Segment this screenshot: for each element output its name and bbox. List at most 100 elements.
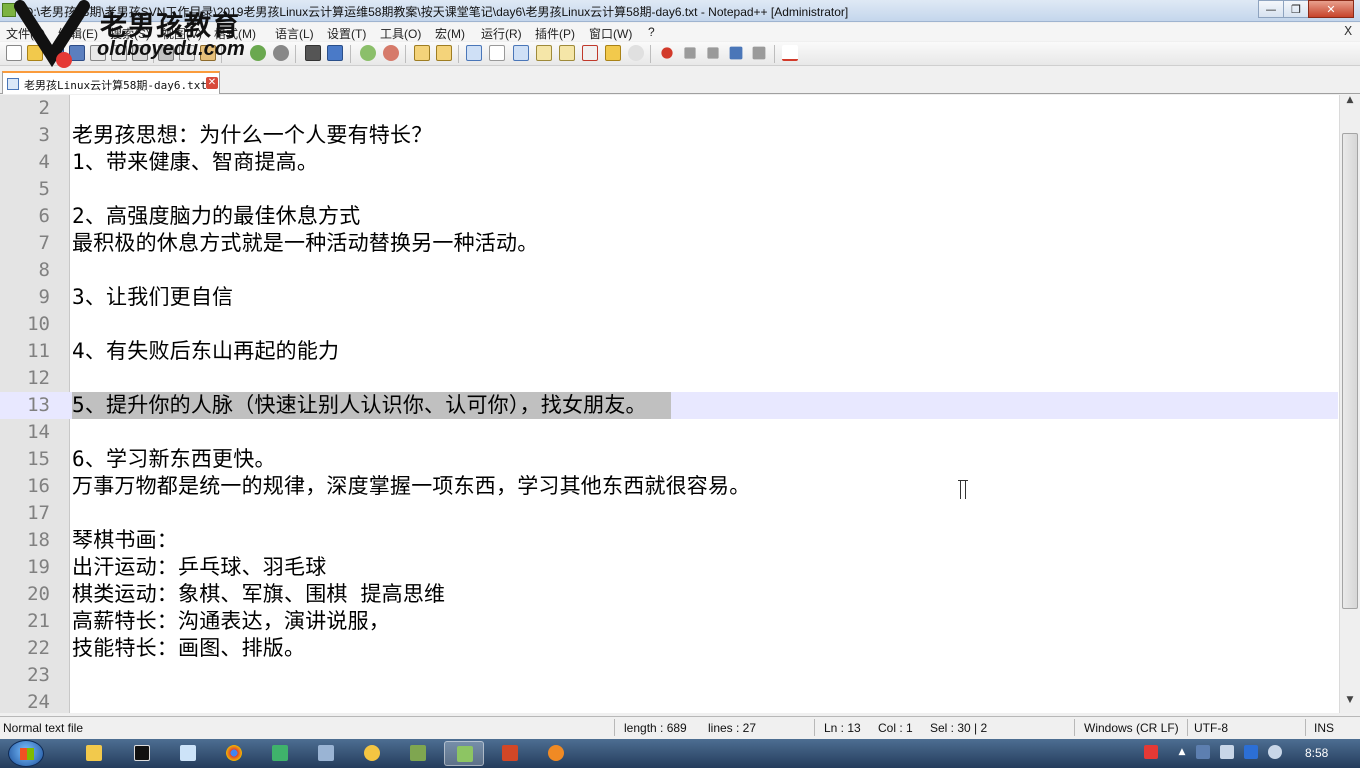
menu-help[interactable]: ?: [648, 25, 655, 39]
open-file-icon[interactable]: [27, 45, 43, 61]
text-editor[interactable]: 2 3 老男孩思想：为什么一个人要有特长？ 4 1、带来健康、智商提高。 5 6 2、高强度脑…: [0, 95, 1360, 713]
network-icon[interactable]: [1220, 745, 1234, 759]
tab-day6[interactable]: 老男孩Linux云计算58期-day6.txt ✕: [2, 71, 220, 94]
menu-edit[interactable]: 编辑(E): [58, 25, 98, 42]
security-shield-icon[interactable]: [1244, 745, 1258, 759]
udl-icon[interactable]: [536, 45, 552, 61]
editor-line[interactable]: 10: [0, 311, 1338, 338]
menu-window[interactable]: 窗口(W): [589, 25, 632, 42]
maximize-button[interactable]: ❐: [1283, 0, 1309, 18]
scroll-up-arrow-icon[interactable]: ▲: [1340, 95, 1360, 112]
function-list-icon[interactable]: [582, 45, 598, 61]
line-text[interactable]: 琴棋书画：: [72, 527, 178, 554]
line-text[interactable]: 技能特长：画图、排版。: [72, 635, 305, 662]
taskbar-explorer[interactable]: [74, 741, 114, 766]
editor-line[interactable]: 4 1、带来健康、智商提高。: [0, 149, 1338, 176]
editor-line[interactable]: 23: [0, 662, 1338, 689]
line-text[interactable]: 3、让我们更自信: [72, 284, 233, 311]
menu-tools[interactable]: 工具(O): [380, 25, 421, 42]
editor-line[interactable]: 6 2、高强度脑力的最佳休息方式: [0, 203, 1338, 230]
volume-icon[interactable]: [1268, 745, 1282, 759]
taskbar-paint[interactable]: [352, 741, 392, 766]
editor-line[interactable]: 22 技能特长：画图、排版。: [0, 635, 1338, 662]
editor-line[interactable]: 2: [0, 95, 1338, 122]
play-macro-icon[interactable]: [707, 47, 719, 59]
menu-view[interactable]: 视图(V): [162, 25, 202, 42]
tab-close-icon[interactable]: ✕: [206, 77, 218, 89]
undo-icon[interactable]: [250, 45, 266, 61]
record-macro-icon[interactable]: [661, 47, 673, 59]
taskbar-app-network[interactable]: [306, 741, 346, 766]
editor-line[interactable]: 20 棋类运动：象棋、军旗、围棋 提高思维: [0, 581, 1338, 608]
taskbar-notepad[interactable]: [168, 741, 208, 766]
line-text[interactable]: 5、提升你的人脉（快速让别人认识你、认可你），找女朋友。: [72, 392, 671, 419]
minimize-button[interactable]: —: [1258, 0, 1284, 18]
menu-plugins[interactable]: 插件(P): [535, 25, 575, 42]
sync-v-icon[interactable]: [414, 45, 430, 61]
editor-line[interactable]: 9 3、让我们更自信: [0, 284, 1338, 311]
menu-file[interactable]: 文件(F): [6, 25, 45, 42]
close-icon[interactable]: [90, 45, 106, 61]
cut-icon[interactable]: [158, 45, 174, 61]
editor-line[interactable]: 8: [0, 257, 1338, 284]
taskbar-app-green[interactable]: [260, 741, 300, 766]
menu-run[interactable]: 运行(R): [481, 25, 522, 42]
editor-line[interactable]: 7 最积极的休息方式就是一种活动替换另一种活动。: [0, 230, 1338, 257]
close-window-button[interactable]: ✕: [1308, 0, 1354, 18]
editor-line[interactable]: 16 万事万物都是统一的规律，深度掌握一项东西，学习其他东西就很容易。: [0, 473, 1338, 500]
close-all-icon[interactable]: [111, 45, 127, 61]
show-all-chars-icon[interactable]: [489, 45, 505, 61]
spell-check-icon[interactable]: [782, 45, 798, 61]
find-icon[interactable]: [305, 45, 321, 61]
menu-macro[interactable]: 宏(M): [435, 25, 465, 42]
menu-settings[interactable]: 设置(T): [327, 25, 366, 42]
editor-line[interactable]: 19 出汗运动：乒乓球、羽毛球: [0, 554, 1338, 581]
editor-line[interactable]: 5: [0, 176, 1338, 203]
menu-language[interactable]: 语言(L): [275, 25, 314, 42]
doc-map-icon[interactable]: [559, 45, 575, 61]
line-text[interactable]: 6、学习新东西更快。: [72, 446, 276, 473]
start-button[interactable]: [8, 740, 44, 767]
save-macro-icon[interactable]: [752, 46, 766, 60]
taskbar-notepadpp[interactable]: [444, 741, 484, 766]
save-all-icon[interactable]: [69, 45, 85, 61]
scrollbar-thumb[interactable]: [1342, 133, 1358, 609]
tray-app-icon[interactable]: [1196, 745, 1210, 759]
copy-icon[interactable]: [179, 45, 195, 61]
editor-line[interactable]: 21 高薪特长：沟通表达，演讲说服，: [0, 608, 1338, 635]
close-document-button[interactable]: X: [1344, 24, 1352, 38]
editor-line[interactable]: 15 6、学习新东西更快。: [0, 446, 1338, 473]
paste-icon[interactable]: [200, 45, 216, 61]
zoom-out-icon[interactable]: [383, 45, 399, 61]
menu-search[interactable]: 搜索(S): [110, 25, 150, 42]
line-text[interactable]: 1、带来健康、智商提高。: [72, 149, 318, 176]
line-text[interactable]: 高薪特长：沟通表达，演讲说服，: [72, 608, 390, 635]
tray-expand-icon[interactable]: ▲: [1175, 745, 1189, 759]
line-text[interactable]: 2、高强度脑力的最佳休息方式: [72, 203, 360, 230]
stop-record-icon[interactable]: [684, 47, 696, 59]
scroll-down-arrow-icon[interactable]: ▼: [1340, 695, 1360, 712]
taskbar-chrome[interactable]: [214, 741, 254, 766]
sync-h-icon[interactable]: [436, 45, 452, 61]
zoom-in-icon[interactable]: [360, 45, 376, 61]
taskbar-powerpoint[interactable]: [490, 741, 530, 766]
line-text[interactable]: 4、有失败后东山再起的能力: [72, 338, 339, 365]
editor-line[interactable]: 12: [0, 365, 1338, 392]
editor-line[interactable]: 3 老男孩思想：为什么一个人要有特长？: [0, 122, 1338, 149]
editor-line[interactable]: 24: [0, 689, 1338, 713]
line-text[interactable]: 老男孩思想：为什么一个人要有特长？: [72, 122, 432, 149]
taskbar-pycharm[interactable]: [122, 741, 162, 766]
sogou-ime-icon[interactable]: [1144, 745, 1158, 759]
editor-line[interactable]: 14: [0, 419, 1338, 446]
replace-icon[interactable]: [327, 45, 343, 61]
editor-line[interactable]: 13 5、提升你的人脉（快速让别人认识你、认可你），找女朋友。: [0, 392, 1338, 419]
editor-line[interactable]: 18 琴棋书画：: [0, 527, 1338, 554]
editor-line[interactable]: 17: [0, 500, 1338, 527]
menu-format[interactable]: 格式(M): [214, 25, 256, 42]
line-text[interactable]: 万事万物都是统一的规律，深度掌握一项东西，学习其他东西就很容易。: [72, 473, 750, 500]
taskbar-app-flag[interactable]: [398, 741, 438, 766]
redo-icon[interactable]: [273, 45, 289, 61]
vertical-scrollbar[interactable]: ▲ ▼: [1339, 95, 1360, 713]
new-file-icon[interactable]: [6, 45, 22, 61]
line-text[interactable]: 棋类运动：象棋、军旗、围棋 提高思维: [72, 581, 445, 608]
